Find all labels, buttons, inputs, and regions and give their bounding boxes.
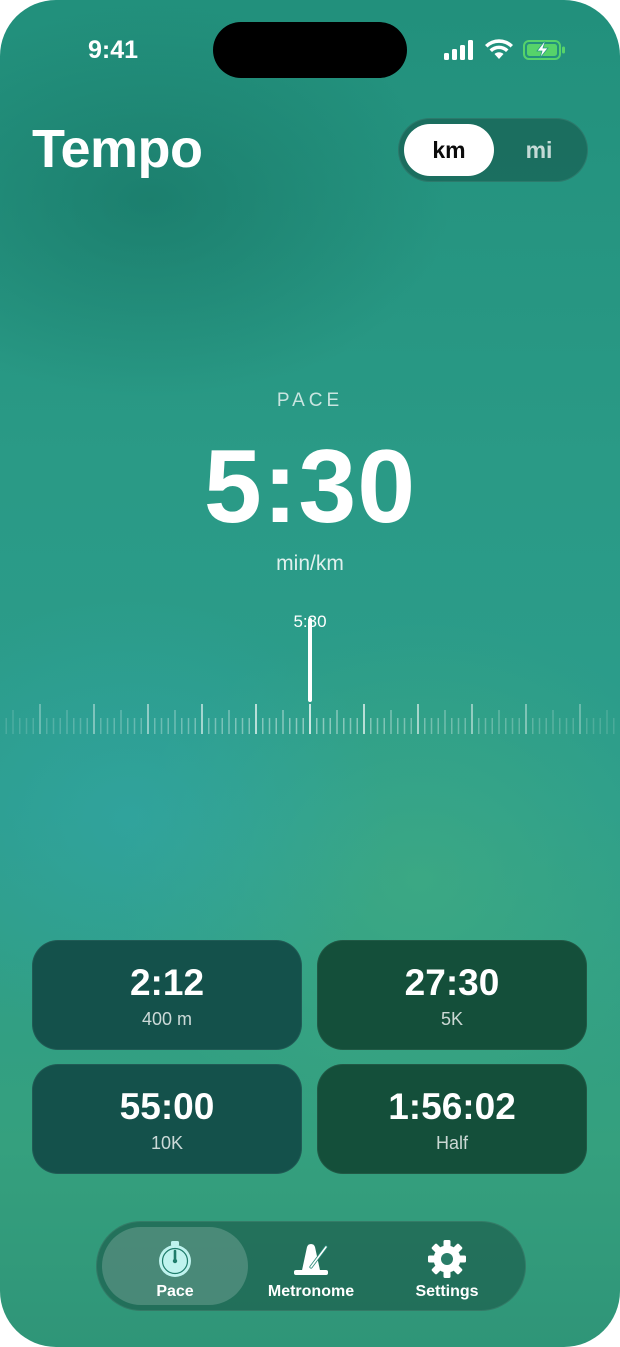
unit-segmented-control[interactable]: km mi <box>398 118 588 182</box>
tab-bar: Pace Metronome Settings <box>96 1221 526 1311</box>
split-time: 2:12 <box>129 962 205 1003</box>
status-time: 9:41 <box>88 36 139 64</box>
split-distance: Half <box>435 1133 468 1153</box>
metronome-icon <box>294 1244 328 1275</box>
tab-label: Settings <box>415 1283 479 1300</box>
split-distance: 10K <box>150 1133 184 1153</box>
unit-option-km[interactable]: km <box>404 124 494 176</box>
status-bar: 9:41 <box>0 0 620 100</box>
dynamic-island <box>213 22 407 78</box>
unit-option-mi[interactable]: mi <box>494 124 584 176</box>
tab-settings[interactable]: Settings <box>374 1227 520 1305</box>
split-card-10k[interactable]: 55:00 10K <box>32 1064 302 1174</box>
tab-label: Metronome <box>267 1283 355 1300</box>
split-card-5k[interactable]: 27:30 5K <box>317 940 587 1050</box>
split-distance: 400 m <box>141 1009 193 1029</box>
split-time: 27:30 <box>404 962 500 1003</box>
app-title: Tempo <box>32 119 203 179</box>
split-card-400m[interactable]: 2:12 400 m <box>32 940 302 1050</box>
pace-label: PACE <box>276 390 344 411</box>
split-time: 1:56:02 <box>388 1086 516 1127</box>
scrubber-value-label: 5:30 <box>293 612 327 631</box>
stopwatch-icon <box>159 1241 191 1277</box>
gear-icon <box>428 1240 466 1278</box>
split-distance: 5K <box>440 1009 464 1029</box>
tab-pace[interactable]: Pace <box>102 1227 248 1305</box>
split-time: 55:00 <box>119 1086 215 1127</box>
phone-screen: 9:41 Tempo km mi PACE 5:30 min/km 5:30 2… <box>0 0 620 1347</box>
pace-value: 5:30 <box>203 429 417 545</box>
cellular-signal-icon <box>444 40 473 60</box>
pace-unit: min/km <box>276 552 344 575</box>
battery-charging-icon <box>523 40 565 60</box>
wifi-icon <box>485 39 513 59</box>
tab-metronome[interactable]: Metronome <box>238 1227 384 1305</box>
tab-label: Pace <box>156 1283 194 1300</box>
split-card-half[interactable]: 1:56:02 Half <box>317 1064 587 1174</box>
